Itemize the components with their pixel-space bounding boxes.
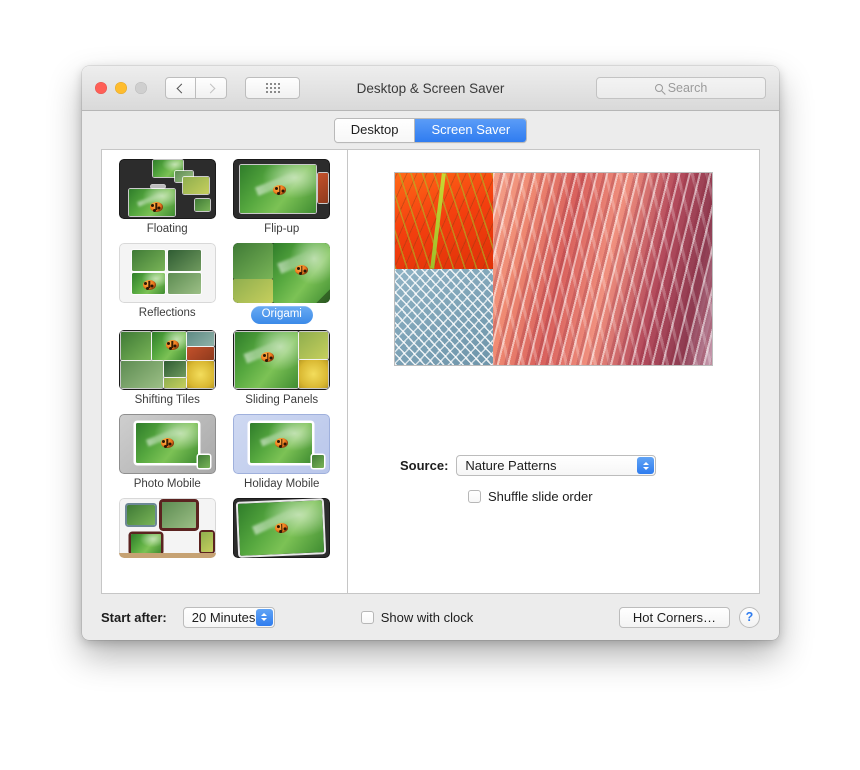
system-preferences-window: Desktop & Screen Saver Search Desktop Sc… — [82, 66, 779, 640]
start-after-value: 20 Minutes — [191, 609, 256, 625]
screensaver-label: Shifting Tiles — [134, 394, 200, 406]
tab-desktop[interactable]: Desktop — [334, 118, 415, 142]
shuffle-label: Shuffle slide order — [488, 489, 593, 504]
list-item[interactable]: Holiday Mobile — [225, 414, 340, 494]
source-label: Source: — [400, 458, 449, 473]
screensaver-thumbnail-shifting-tiles[interactable] — [118, 330, 216, 390]
screensaver-thumbnail-holiday-mobile[interactable] — [233, 414, 331, 474]
search-placeholder: Search — [667, 81, 708, 95]
help-button[interactable]: ? — [739, 606, 760, 628]
screensaver-thumbnail-reflections[interactable] — [118, 243, 216, 303]
forward-button — [196, 77, 227, 99]
screensaver-thumbnail-floating[interactable] — [118, 159, 216, 219]
list-item[interactable] — [110, 498, 225, 563]
show-clock-checkbox[interactable] — [360, 610, 374, 624]
screensaver-label: Origami — [250, 306, 313, 324]
preview-tile-orange-leaf — [395, 173, 494, 269]
window-titlebar: Desktop & Screen Saver Search — [82, 66, 779, 111]
screensaver-thumbnail-photo-mobile[interactable] — [118, 414, 216, 474]
preview-left-column — [395, 173, 494, 365]
zoom-button — [135, 82, 147, 94]
show-clock-row[interactable]: Show with clock — [360, 609, 474, 625]
screensaver-grid: Floating Flip-up Reflections Origami Shi… — [102, 159, 347, 563]
grid-dots-icon — [265, 83, 280, 93]
hot-corners-button[interactable]: Hot Corners… — [618, 606, 730, 628]
search-icon — [654, 84, 663, 92]
back-button[interactable] — [165, 77, 196, 99]
traffic-lights — [95, 82, 147, 94]
close-button[interactable] — [95, 82, 107, 94]
stepper-icon[interactable] — [255, 608, 273, 626]
screensaver-label: Holiday Mobile — [244, 478, 320, 490]
tab-bar: Desktop Screen Saver — [333, 117, 528, 143]
screensaver-thumbnail-vintage-prints[interactable] — [233, 498, 331, 558]
search-field[interactable]: Search — [596, 77, 766, 99]
list-item[interactable]: Sliding Panels — [225, 330, 340, 410]
show-all-button[interactable] — [245, 77, 300, 99]
screensaver-thumbnail-origami[interactable] — [233, 243, 331, 303]
source-dropdown[interactable]: Nature Patterns — [456, 455, 657, 476]
screensaver-detail-pane: Source: Nature Patterns Shuffle slide or… — [347, 149, 760, 594]
panes: Floating Flip-up Reflections Origami Shi… — [101, 149, 760, 594]
shuffle-row[interactable]: Shuffle slide order — [348, 489, 759, 504]
start-after-dropdown[interactable]: 20 Minutes — [182, 606, 275, 628]
list-item[interactable]: Reflections — [110, 243, 225, 326]
screensaver-preview — [394, 172, 713, 366]
list-item[interactable]: Origami — [225, 243, 340, 326]
screensaver-thumbnail-sliding-panels[interactable] — [233, 330, 331, 390]
screensaver-thumbnail-flipup[interactable] — [233, 159, 331, 219]
screensaver-list-pane[interactable]: Floating Flip-up Reflections Origami Shi… — [101, 149, 347, 594]
stepper-icon[interactable] — [637, 457, 655, 474]
screensaver-label: Photo Mobile — [133, 478, 201, 490]
list-item[interactable]: Photo Mobile — [110, 414, 225, 494]
shuffle-checkbox[interactable] — [468, 490, 481, 503]
preview-tile-blue-frost — [395, 269, 494, 365]
list-item[interactable]: Shifting Tiles — [110, 330, 225, 410]
list-item[interactable] — [225, 498, 340, 563]
start-after-label: Start after: — [101, 609, 167, 625]
minimize-button[interactable] — [115, 82, 127, 94]
show-clock-label: Show with clock — [380, 609, 474, 625]
screensaver-thumbnail-photo-wall[interactable] — [118, 498, 216, 558]
screensaver-label: Flip-up — [264, 223, 300, 235]
list-item[interactable]: Flip-up — [225, 159, 340, 239]
source-value: Nature Patterns — [465, 458, 557, 473]
screensaver-options: Source: Nature Patterns Shuffle slide or… — [348, 455, 759, 504]
source-row: Source: Nature Patterns — [348, 455, 759, 476]
nav-buttons — [165, 77, 227, 99]
chevron-right-icon — [205, 83, 215, 93]
screensaver-label: Floating — [146, 223, 188, 235]
screensaver-label: Sliding Panels — [245, 394, 319, 406]
footer-bar: Start after: 20 Minutes Show with clock … — [101, 594, 760, 640]
tab-bar-zone: Desktop Screen Saver — [82, 111, 779, 149]
preference-body: Floating Flip-up Reflections Origami Shi… — [82, 149, 779, 640]
chevron-left-icon — [176, 83, 187, 93]
preview-tile-sandstone-wave — [493, 173, 712, 365]
list-item[interactable]: Floating — [110, 159, 225, 239]
tab-screen-saver[interactable]: Screen Saver — [414, 118, 527, 142]
screensaver-label: Reflections — [138, 307, 196, 319]
